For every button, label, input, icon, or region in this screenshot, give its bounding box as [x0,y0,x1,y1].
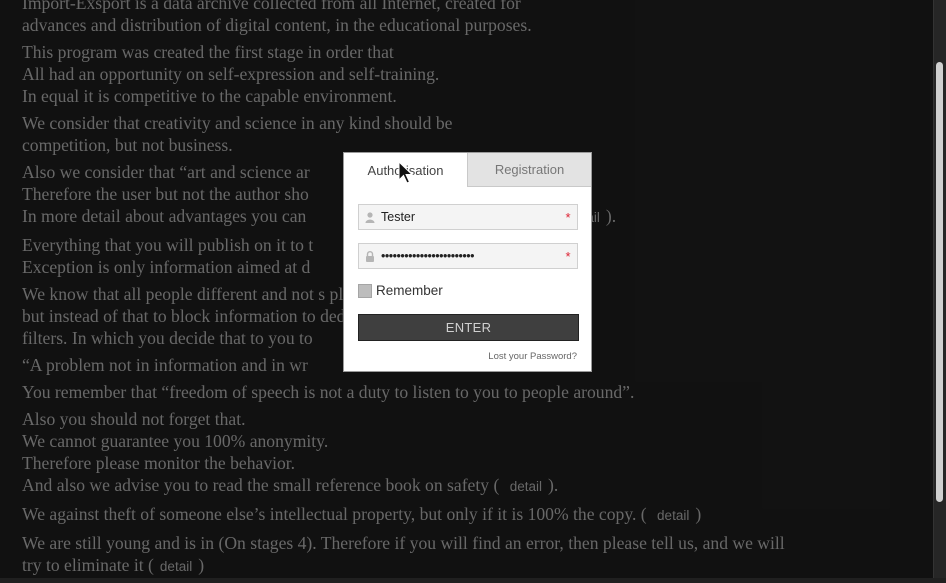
scrollbar-thumb[interactable] [936,62,943,502]
remember-checkbox[interactable]: Remember [358,283,443,298]
username-input[interactable] [381,210,559,224]
mouse-cursor-icon [398,160,414,190]
lost-password-link[interactable]: Lost your Password? [488,351,577,362]
page-scrollbar[interactable] [933,0,946,578]
login-dialog: Authorisation Registration * * Remember … [343,152,592,372]
lock-icon [359,250,381,262]
password-input[interactable] [381,249,559,263]
dialog-tabs: Authorisation Registration [344,153,591,187]
tab-registration[interactable]: Registration [467,153,591,187]
password-field[interactable]: * [358,243,578,269]
remember-label: Remember [376,283,443,298]
user-icon [359,211,381,223]
required-mark: * [565,209,571,225]
required-mark: * [565,248,571,264]
checkbox-box[interactable] [358,283,372,298]
enter-button[interactable]: ENTER [358,314,579,341]
username-field[interactable]: * [358,204,578,230]
